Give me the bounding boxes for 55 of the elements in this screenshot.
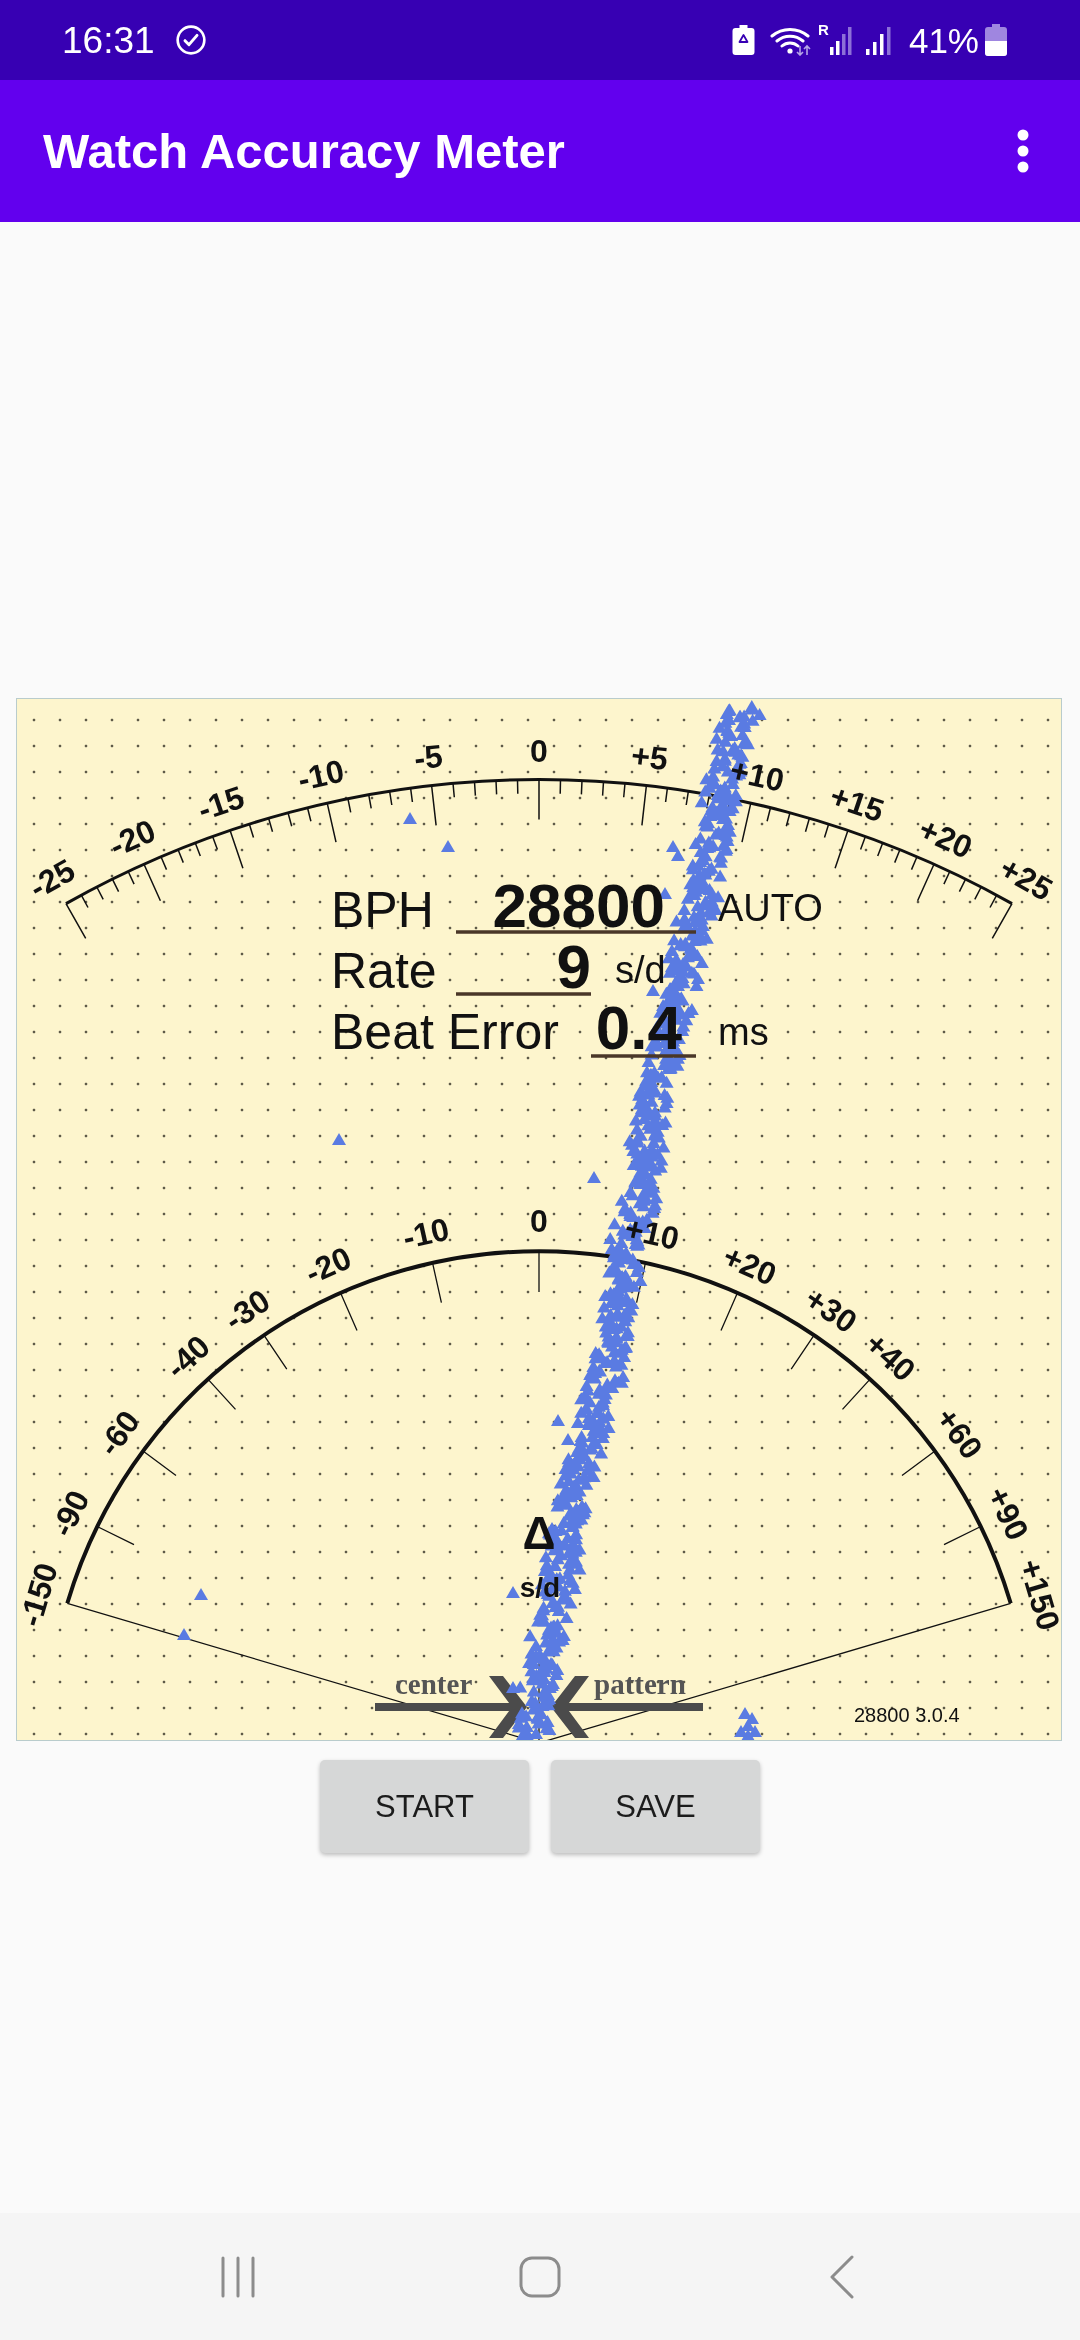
scale-label: 0 <box>530 1203 548 1239</box>
roaming-indicator: R <box>818 22 829 37</box>
scale-label: +25 <box>993 849 1059 908</box>
signal-icon <box>829 25 852 55</box>
more-options-icon[interactable] <box>1016 129 1030 173</box>
readout-unit: ms <box>718 1011 769 1053</box>
scale-label: 0 <box>530 733 548 769</box>
battery-saver-icon <box>732 25 756 55</box>
scale-label: -20 <box>103 812 161 865</box>
readout-label: BPH <box>331 882 434 938</box>
scale-label: -20 <box>299 1239 357 1292</box>
scale-label: +10 <box>726 751 788 799</box>
triangle-cluster <box>734 1707 762 1740</box>
scale-label: -40 <box>158 1328 217 1386</box>
version-text: 28800 3.0.4 <box>854 1704 960 1726</box>
scale-label: -30 <box>217 1282 277 1339</box>
arrow-label: pattern <box>594 1668 686 1700</box>
scale-label: +5 <box>629 737 670 778</box>
scale-label: -60 <box>90 1403 147 1463</box>
readout-label: Beat Error <box>331 1004 559 1060</box>
scale-label: -10 <box>294 752 348 798</box>
signal-icon <box>865 25 894 55</box>
battery-percent: 41% <box>908 22 979 58</box>
home-icon[interactable] <box>519 2255 561 2298</box>
scale-label: +15 <box>825 777 889 830</box>
scale-label: -150 <box>17 1558 65 1631</box>
scale-label: +20 <box>913 810 978 866</box>
recents-icon[interactable] <box>220 2255 256 2298</box>
check-circle-icon <box>174 24 207 56</box>
back-icon[interactable] <box>829 2254 855 2299</box>
readout-unit: AUTO <box>718 887 823 929</box>
triangle-marker <box>441 840 455 852</box>
readout-label: Rate <box>331 943 437 999</box>
delta-unit: s/d <box>519 1572 561 1603</box>
scale-label: +20 <box>717 1238 782 1293</box>
triangle-marker <box>403 812 417 824</box>
scale-label: +90 <box>979 1481 1036 1546</box>
triangle-marker <box>332 1133 346 1145</box>
triangle-marker <box>177 1628 191 1640</box>
scale-label: -15 <box>193 778 249 828</box>
battery-icon <box>985 24 1007 56</box>
scale-label: -10 <box>399 1210 453 1256</box>
scale-label: -90 <box>43 1484 97 1543</box>
triangle-marker <box>194 1588 208 1600</box>
scale-label: +10 <box>621 1209 683 1257</box>
arrow-label: center <box>395 1668 473 1700</box>
scale-label: -25 <box>23 851 81 906</box>
action-button[interactable]: SAVE <box>551 1760 760 1853</box>
scale-label: -5 <box>412 737 445 777</box>
action-button[interactable]: START <box>320 1760 529 1853</box>
scale-label: +150 <box>1012 1555 1061 1635</box>
status-time: 16:31 <box>62 21 155 59</box>
readout-unit: s/d <box>615 949 666 991</box>
app-title: Watch Accuracy Meter <box>43 122 566 180</box>
scale-label: +60 <box>928 1400 990 1466</box>
